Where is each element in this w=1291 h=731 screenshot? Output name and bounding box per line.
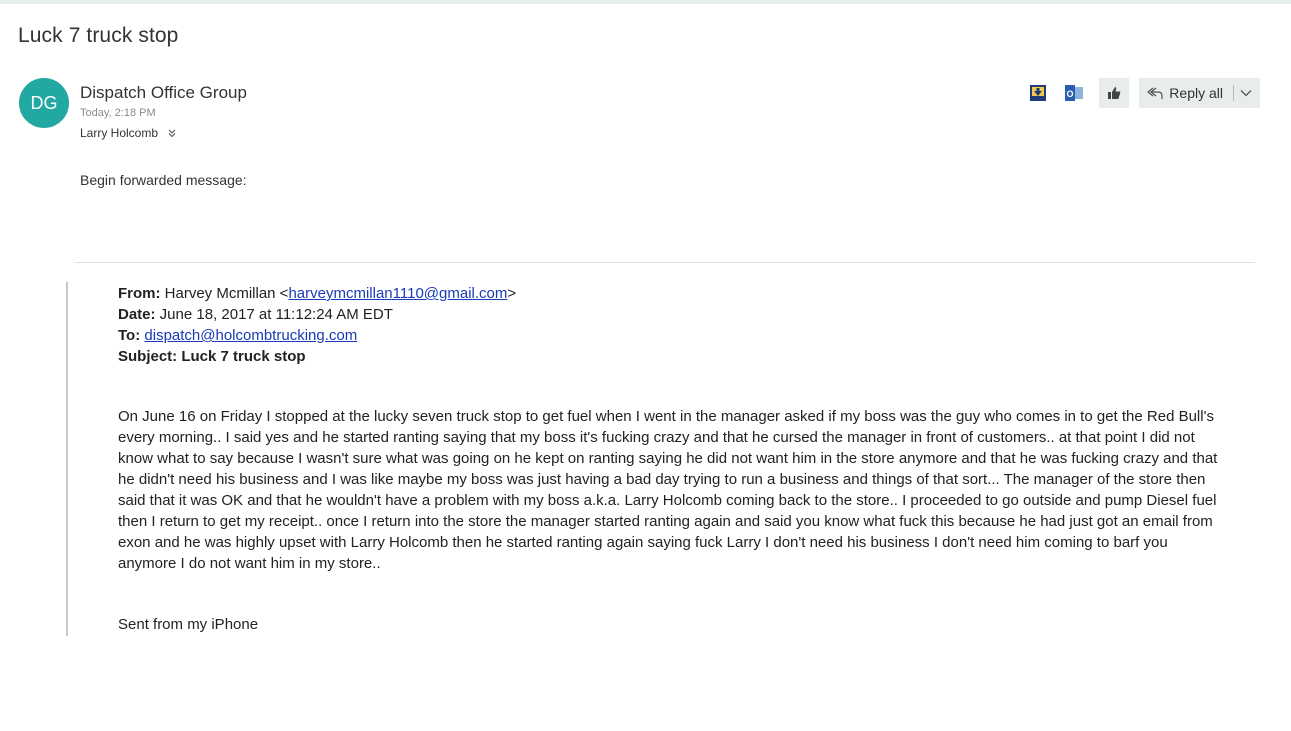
like-icon — [1108, 87, 1121, 99]
reply-all-separator — [1233, 85, 1234, 101]
from-label: From: — [118, 285, 161, 302]
forward-intro: Begin forwarded message: — [80, 172, 247, 188]
subject-label: Subject: — [118, 348, 178, 365]
subject-line: Subject: Luck 7 truck stop — [118, 346, 516, 367]
message-subject: Luck 7 truck stop — [18, 24, 179, 47]
date-label: Date: — [118, 306, 156, 323]
sender-name[interactable]: Dispatch Office Group — [80, 83, 247, 103]
svg-text:O: O — [1067, 89, 1074, 99]
reply-all-button[interactable]: Reply all — [1139, 78, 1260, 108]
to-label: To: — [118, 327, 141, 344]
from-line: From: Harvey Mcmillan <harveymcmillan111… — [118, 283, 516, 304]
from-close: > — [507, 285, 517, 302]
download-addin-icon[interactable] — [1023, 78, 1053, 108]
reply-all-icon — [1147, 86, 1163, 100]
signature: Sent from my iPhone — [118, 616, 259, 633]
reply-all-label: Reply all — [1169, 85, 1223, 101]
recipient-line: Larry Holcomb — [80, 126, 178, 140]
message-toolbar: O Reply all — [1017, 78, 1260, 108]
message-body: On June 16 on Friday I stopped at the lu… — [118, 408, 1218, 572]
top-accent-bar — [0, 0, 1291, 4]
outlook-icon[interactable]: O — [1059, 78, 1089, 108]
to-line: To: dispatch@holcombtrucking.com — [118, 325, 516, 346]
avatar-initials: DG — [30, 92, 58, 113]
recipient-name[interactable]: Larry Holcomb — [80, 126, 158, 140]
date-line: Date: June 18, 2017 at 11:12:24 AM EDT — [118, 304, 516, 325]
from-email-link[interactable]: harveymcmillan1110@gmail.com — [288, 285, 507, 302]
chevron-down-icon[interactable] — [1240, 89, 1252, 97]
quote-bar — [66, 282, 68, 636]
divider — [75, 262, 1255, 263]
from-name: Harvey Mcmillan < — [160, 285, 289, 302]
expand-recipients-icon[interactable] — [166, 127, 178, 139]
date-value: June 18, 2017 at 11:12:24 AM EDT — [155, 306, 393, 323]
sent-time: Today, 2:18 PM — [80, 107, 156, 119]
avatar[interactable]: DG — [19, 78, 69, 128]
forwarded-headers: From: Harvey Mcmillan <harveymcmillan111… — [118, 283, 516, 367]
subject-value: Luck 7 truck stop — [177, 348, 306, 365]
like-button[interactable] — [1099, 78, 1130, 108]
to-email-link[interactable]: dispatch@holcombtrucking.com — [144, 327, 357, 344]
